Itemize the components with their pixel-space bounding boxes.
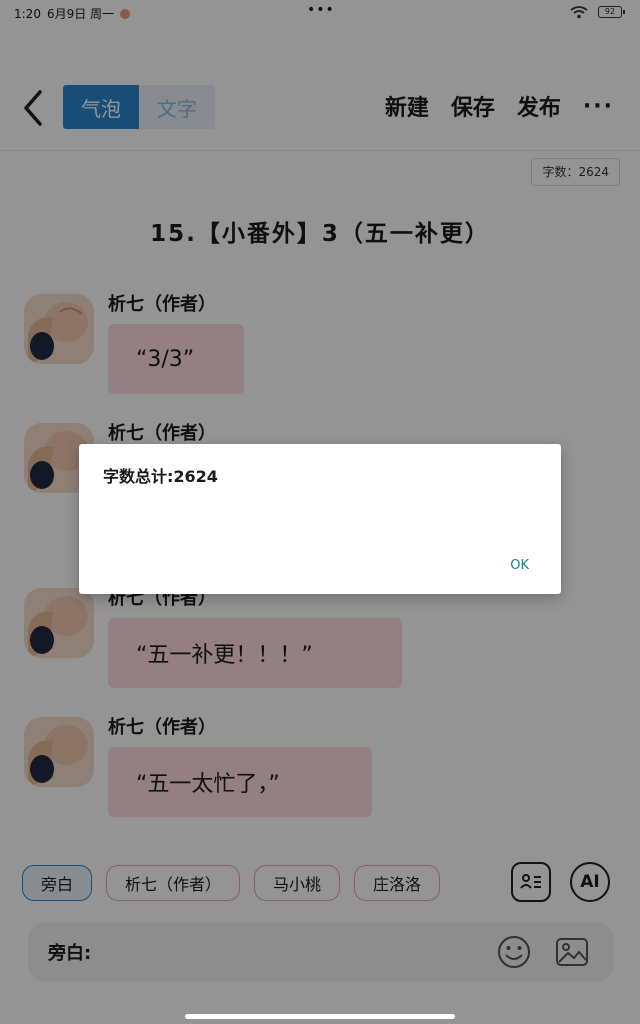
home-indicator[interactable]: [185, 1014, 455, 1019]
ok-button[interactable]: OK: [510, 558, 529, 573]
dialog-message: 字数总计:2624: [103, 467, 218, 486]
word-count-dialog: 字数总计:2624 OK: [79, 444, 561, 594]
